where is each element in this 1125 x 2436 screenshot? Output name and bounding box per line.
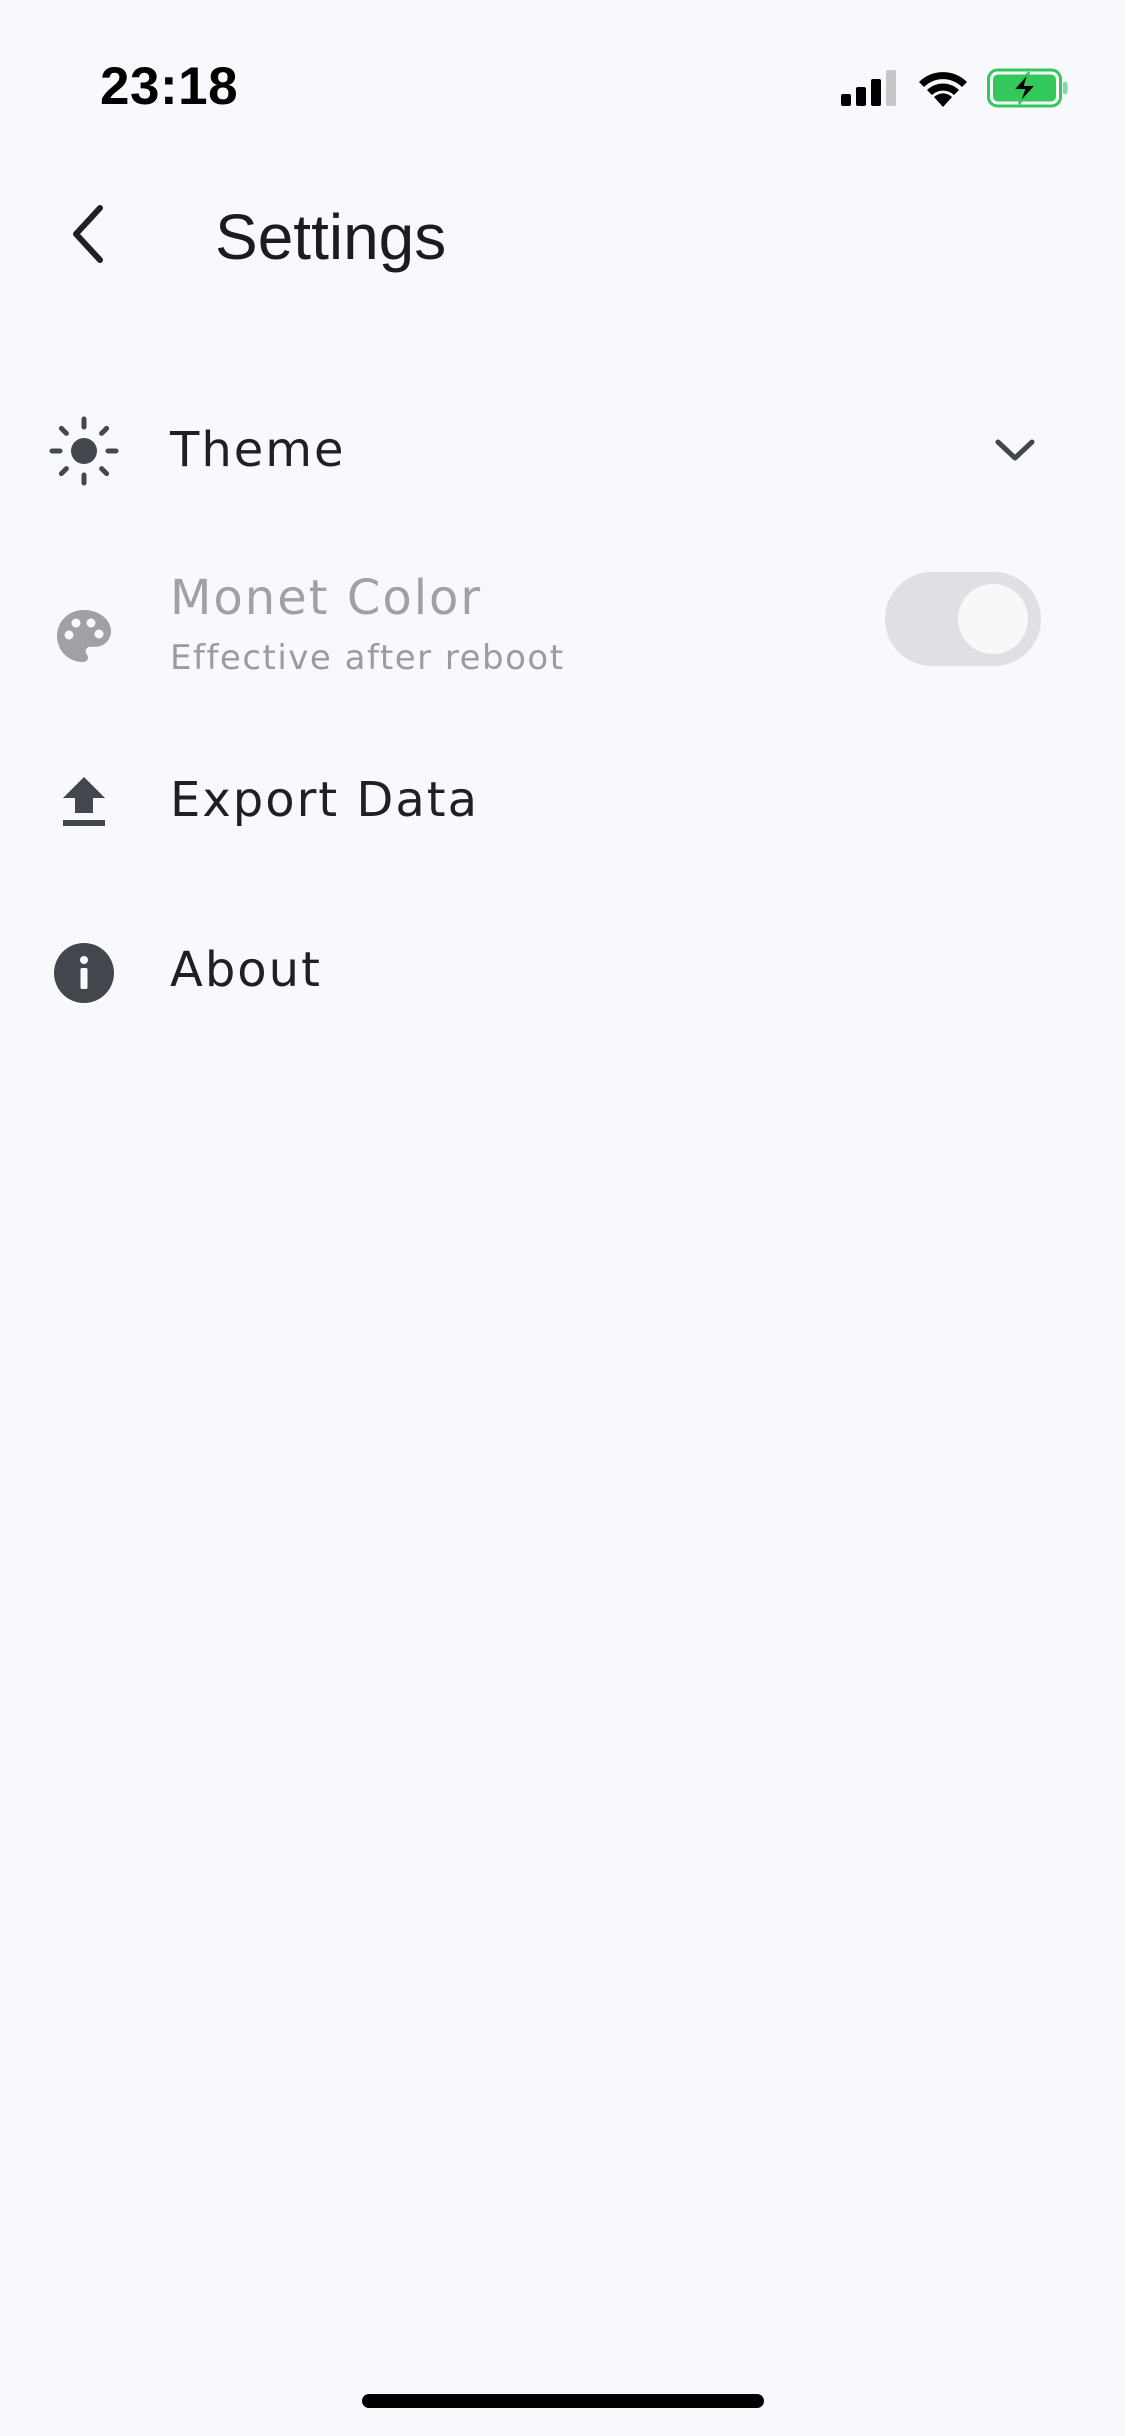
status-icons <box>841 66 1069 110</box>
about-setting-item[interactable]: About <box>0 935 1125 1075</box>
theme-label: Theme <box>170 422 346 478</box>
cellular-signal-icon <box>841 70 896 106</box>
monet-color-setting-item: Monet Color Effective after reboot <box>0 570 1125 710</box>
wifi-icon <box>919 72 967 107</box>
page-title: Settings <box>215 201 447 273</box>
monet-color-label: Monet Color <box>170 570 483 626</box>
chevron-down-icon[interactable] <box>987 422 1043 478</box>
top-app-bar: Settings <box>0 180 1125 290</box>
export-data-setting-item[interactable]: Export Data <box>0 765 1125 905</box>
brightness-icon <box>46 413 122 489</box>
toggle-knob <box>958 584 1028 654</box>
status-bar: 23:18 <box>0 0 1125 150</box>
monet-color-toggle[interactable] <box>885 572 1041 666</box>
chevron-left-icon <box>73 205 103 263</box>
theme-setting-item[interactable]: Theme <box>0 375 1125 525</box>
status-time: 23:18 <box>100 57 239 116</box>
back-button[interactable] <box>48 194 128 274</box>
export-data-label: Export Data <box>170 772 479 828</box>
palette-icon <box>46 598 122 674</box>
upload-icon <box>46 765 122 841</box>
home-indicator[interactable] <box>362 2394 764 2408</box>
monet-color-subtitle: Effective after reboot <box>170 638 565 678</box>
about-label: About <box>170 942 322 998</box>
battery-charging-icon <box>987 68 1068 108</box>
info-icon <box>46 935 122 1011</box>
